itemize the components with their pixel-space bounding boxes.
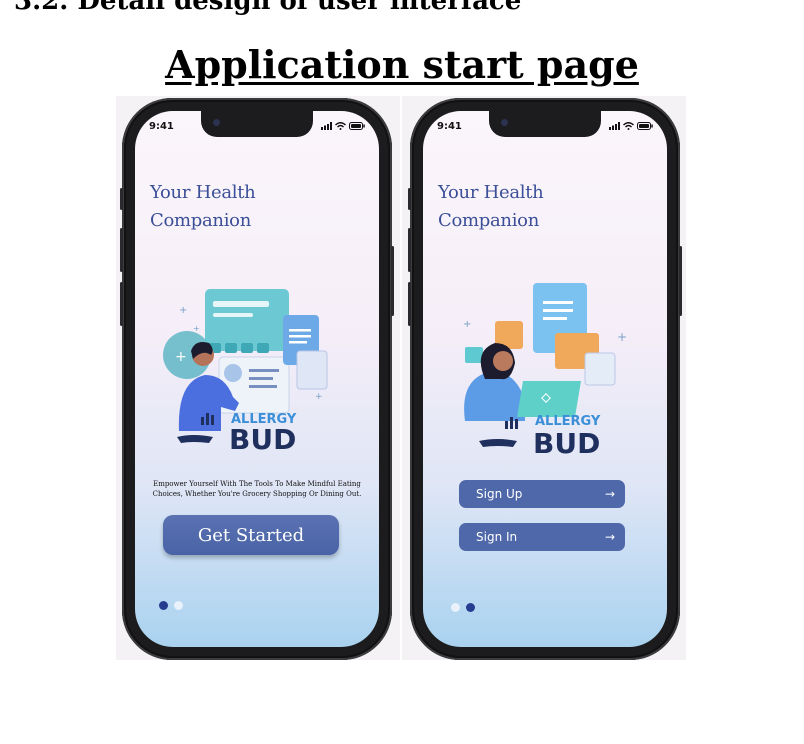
power-button [679, 246, 682, 316]
battery-icon [637, 122, 653, 130]
battery-icon [349, 122, 365, 130]
app-screen: 9:41 Your Health Companion + + + + ALLER… [135, 111, 379, 647]
headline: Your Health Companion [438, 179, 544, 235]
headline-line-1: Your Health [438, 182, 544, 203]
phone-mockup-auth: 9:41 Your Health Companion + + + [408, 98, 682, 660]
svg-text:+: + [175, 349, 187, 365]
headline-line-2: Companion [438, 210, 540, 231]
phone-mockup-start: 9:41 Your Health Companion + + + + ALLER… [120, 98, 394, 660]
logo-bud: BUD [533, 427, 600, 460]
page-dot[interactable] [174, 601, 183, 610]
sign-up-button[interactable]: Sign Up → [459, 480, 625, 508]
get-started-button[interactable]: Get Started [163, 515, 339, 555]
hand-bowl-icon [177, 435, 213, 443]
volume-down-button [120, 282, 123, 326]
svg-text:+: + [179, 305, 187, 316]
mute-switch [408, 188, 411, 210]
mute-switch [120, 188, 123, 210]
web-window-shape [205, 289, 289, 351]
camera-icon [213, 119, 220, 126]
volume-up-button [120, 228, 123, 272]
notch [489, 111, 601, 137]
signal-icon [609, 122, 620, 130]
hand-bowl-icon [479, 439, 517, 447]
status-time: 9:41 [149, 121, 174, 132]
arrow-right-icon: → [604, 530, 615, 544]
app-screen: 9:41 Your Health Companion + + + [423, 111, 667, 647]
wifi-icon [623, 122, 634, 130]
camera-icon [501, 119, 508, 126]
wifi-icon [335, 122, 346, 130]
tagline-line-1: Empower Yourself With The Tools To Make … [153, 480, 361, 488]
page-dot-active[interactable] [159, 601, 168, 610]
logo-bud: BUD [229, 423, 296, 456]
status-icons [609, 122, 653, 130]
volume-up-button [408, 228, 411, 272]
volume-down-button [408, 282, 411, 326]
signal-icon [321, 122, 332, 130]
page-dot-active[interactable] [466, 603, 475, 612]
page-indicator [451, 603, 475, 612]
tagline: Empower Yourself With The Tools To Make … [145, 479, 369, 499]
status-time: 9:41 [437, 121, 462, 132]
sign-in-label: Sign In [476, 530, 518, 544]
headline-line-2: Companion [150, 210, 252, 231]
status-icons [321, 122, 365, 130]
svg-text:+: + [617, 330, 627, 344]
svg-text:+: + [315, 392, 323, 402]
notch [201, 111, 313, 137]
sign-up-label: Sign Up [476, 487, 523, 501]
page-indicator [159, 601, 183, 610]
section-heading: 3.2. Detail design of user interface [14, 0, 522, 16]
tagline-line-2: Choices, Whether You're Grocery Shopping… [152, 490, 362, 498]
svg-text:+: + [193, 324, 200, 333]
sign-in-button[interactable]: Sign In → [459, 523, 625, 551]
svg-text:+: + [463, 319, 471, 330]
page-dot[interactable] [451, 603, 460, 612]
onboarding-illustration: + + + + ALLERGY BUD [163, 289, 328, 456]
onboarding-illustration: + + + ALLERGY BUD [463, 283, 627, 460]
headline-line-1: Your Health [150, 182, 256, 203]
headline: Your Health Companion [150, 179, 256, 235]
page-title: Application start page [165, 42, 639, 87]
power-button [391, 246, 394, 316]
arrow-right-icon: → [604, 487, 615, 501]
